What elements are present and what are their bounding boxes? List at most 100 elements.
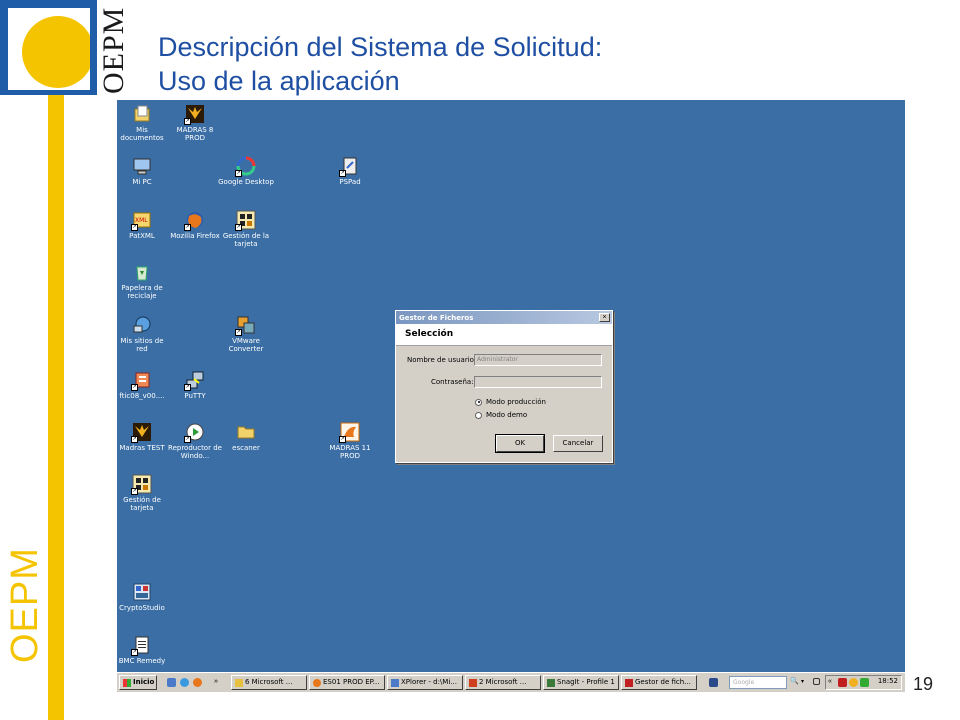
google-search-input[interactable]: Google <box>729 676 787 689</box>
shortcut-arrow-icon: ↗ <box>131 384 138 391</box>
putty-icon: ↗ <box>184 370 205 391</box>
windows-desktop: Mis documentos Mi PC XML ↗ PatXML Papele… <box>117 100 905 692</box>
taskbar-item-xplorer[interactable]: XPlorer - d:\Mi... <box>387 675 463 690</box>
shortcut-arrow-icon: ↗ <box>235 170 242 177</box>
logo-inner <box>8 8 90 90</box>
google-desktop-icon: ↗ <box>235 156 256 177</box>
desktop-icon-cryptostudio[interactable]: CryptoStudio <box>117 582 170 612</box>
taskbar-item-snagit[interactable]: SnagIt - Profile 1 <box>543 675 619 690</box>
mode-demo-radio[interactable]: Modo demo <box>475 411 527 419</box>
page-number: 19 <box>913 674 934 694</box>
desktop-icon-installer[interactable]: ↗ ftic08_v00.... <box>117 370 170 400</box>
tray-google-icon[interactable] <box>849 678 858 687</box>
dialog-titlebar[interactable]: Gestor de Ficheros × <box>396 311 612 324</box>
slide-title: Descripción del Sistema de Solicitud: Us… <box>158 30 602 98</box>
vmware-icon: ↗ <box>235 315 256 336</box>
desktop-icon-my-computer[interactable]: Mi PC <box>117 156 170 186</box>
shortcut-arrow-icon: ↗ <box>339 170 346 177</box>
installer-icon: ↗ <box>131 370 152 391</box>
madras-icon: ↗ <box>184 104 205 125</box>
cancel-button[interactable]: Cancelar <box>553 435 603 452</box>
slide-title-line1: Descripción del Sistema de Solicitud: <box>158 32 603 62</box>
my-documents-icon <box>132 104 152 124</box>
dropdown-icon[interactable]: ▾ <box>801 678 810 687</box>
shortcut-arrow-icon: ↗ <box>184 118 191 125</box>
network-places-icon <box>132 315 152 335</box>
tray-expand-icon[interactable]: « <box>828 678 837 687</box>
ok-button[interactable]: OK <box>495 434 545 453</box>
mode-demo-label: Modo demo <box>486 411 528 419</box>
pspad-icon: ↗ <box>339 156 360 177</box>
shortcut-arrow-icon: ↗ <box>131 649 138 656</box>
start-button[interactable]: Inicio <box>119 675 157 690</box>
powerpoint-icon <box>469 678 477 687</box>
tray-security-icon[interactable] <box>860 678 869 687</box>
desktop-icon-firefox[interactable]: ↗ Mozilla Firefox <box>167 210 223 240</box>
patxml-icon: XML ↗ <box>131 210 152 231</box>
side-stripe <box>48 95 64 720</box>
shortcut-arrow-icon: ↗ <box>235 224 242 231</box>
oepm-logo <box>0 0 97 95</box>
minimize-toolbar-icon[interactable] <box>813 678 820 685</box>
windows-taskbar: Inicio » 6 Microsoft ... ES01 PROD EP...… <box>117 672 905 692</box>
search-icon[interactable]: 🔍 <box>790 678 799 687</box>
card-management-icon: ↗ <box>131 474 152 495</box>
windows-logo-icon <box>123 678 131 687</box>
side-wordmark: OEPM <box>4 547 46 663</box>
tray-app-icon[interactable] <box>838 678 847 687</box>
desktop-icon-vmware[interactable]: ↗ VMware Converter <box>218 315 274 353</box>
dialog-header: Selección <box>396 324 612 346</box>
es-language-icon[interactable] <box>709 678 718 687</box>
logo-sun-icon <box>22 16 90 88</box>
radio-unselected-icon <box>475 411 482 419</box>
desktop-icon-madras-test[interactable]: ↗ Madras TEST <box>117 422 170 452</box>
desktop-icon-recycle-bin[interactable]: Papelera de reciclaje <box>117 262 170 300</box>
snagit-icon <box>547 678 555 687</box>
desktop-icon-network-places[interactable]: Mis sitios de red <box>117 315 170 353</box>
ie-quicklaunch-icon[interactable] <box>180 678 189 687</box>
svg-text:XML: XML <box>135 217 148 224</box>
firefox-quicklaunch-icon[interactable] <box>193 678 202 687</box>
firefox-icon: ↗ <box>184 210 205 231</box>
desktop-icon-putty[interactable]: ↗ PuTTY <box>167 370 223 400</box>
desktop-icon-google-desktop[interactable]: ↗ Google Desktop <box>218 156 274 186</box>
password-field[interactable] <box>474 376 602 388</box>
logo-wordmark: OEPM <box>97 6 130 94</box>
desktop-icon-bmc-remedy[interactable]: ↗ BMC Remedy <box>117 635 170 665</box>
epo-icon <box>625 678 633 687</box>
shortcut-arrow-icon: ↗ <box>184 224 191 231</box>
media-player-icon: ↗ <box>184 422 205 443</box>
desktop-icon-pspad[interactable]: ↗ PSPad <box>322 156 378 186</box>
taskbar-item-es01[interactable]: ES01 PROD EP... <box>309 675 385 690</box>
username-field[interactable]: Administrator <box>474 354 602 366</box>
desktop-icon-escaner[interactable]: escaner <box>218 422 274 452</box>
firefox-icon <box>313 678 321 687</box>
desktop-icon-my-documents[interactable]: Mis documentos <box>117 104 170 142</box>
taskbar-item-powerpoint[interactable]: 2 Microsoft ... <box>465 675 541 690</box>
close-icon[interactable]: × <box>599 313 610 322</box>
slide-title-line2: Uso de la aplicación <box>158 66 400 96</box>
my-computer-icon <box>132 156 152 176</box>
shortcut-arrow-icon: ↗ <box>235 329 242 336</box>
taskbar-item-word[interactable]: 6 Microsoft ... <box>231 675 307 690</box>
expand-quicklaunch-icon[interactable]: » <box>214 678 223 687</box>
madras-11-icon: ↗ <box>339 422 360 443</box>
shortcut-arrow-icon: ↗ <box>131 436 138 443</box>
desktop-icon-card-management-2[interactable]: ↗ Gestión de tarjeta <box>117 474 170 512</box>
system-tray: « 18:52 <box>825 675 902 690</box>
cryptostudio-icon <box>132 582 152 602</box>
taskbar-item-gestor[interactable]: Gestor de fich... <box>621 675 697 690</box>
desktop-icon-patxml[interactable]: XML ↗ PatXML <box>117 210 170 240</box>
clock[interactable]: 18:52 <box>878 677 898 685</box>
card-management-icon: ↗ <box>235 210 256 231</box>
desktop-icon-madras-8[interactable]: ↗ MADRAS 8 PROD <box>167 104 223 142</box>
mode-production-radio[interactable]: Modo producción <box>475 398 546 406</box>
desktop-icon-madras-11[interactable]: ↗ MADRAS 11 PROD <box>322 422 378 460</box>
folder-icon <box>236 422 256 442</box>
shortcut-arrow-icon: ↗ <box>184 436 191 443</box>
desktop-icon-media-player[interactable]: ↗ Reproductor de Windo... <box>167 422 223 460</box>
desktop-quicklaunch-icon[interactable] <box>167 678 176 687</box>
radio-selected-icon <box>475 398 482 406</box>
file-manager-dialog: Gestor de Ficheros × Selección Nombre de… <box>395 310 613 463</box>
desktop-icon-card-management[interactable]: ↗ Gestión de la tarjeta <box>218 210 274 248</box>
